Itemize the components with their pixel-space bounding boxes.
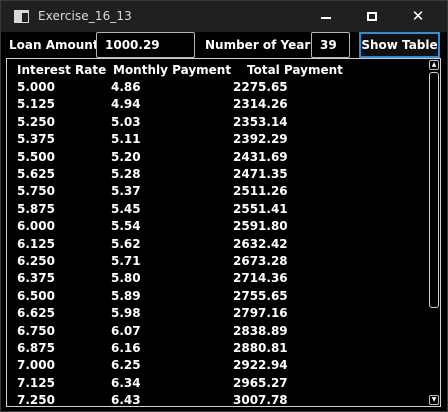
header-interest-rate: Interest Rate: [17, 63, 107, 77]
cell-interest-rate: 5.000: [17, 80, 55, 94]
cell-monthly-payment: 5.45: [111, 201, 141, 216]
vertical-scrollbar[interactable]: ▲ ▼: [427, 59, 439, 406]
cell-interest-rate: 6.375: [17, 271, 55, 286]
app-window: Exercise_16_13 ✕ Loan Amount 1000.29 Num…: [0, 0, 448, 412]
cell-monthly-payment: 6.07: [111, 323, 141, 338]
loan-amount-field[interactable]: 1000.29: [96, 32, 195, 58]
cell-monthly-payment: 5.62: [111, 236, 141, 251]
cell-interest-rate: 6.000: [17, 219, 55, 234]
maximize-button[interactable]: [349, 1, 395, 32]
cell-total-payment: 2880.81: [233, 341, 288, 355]
cell-total-payment: 2591.80: [233, 219, 288, 234]
cell-monthly-payment: 5.11: [111, 132, 141, 147]
scrollbar-thumb[interactable]: [429, 72, 439, 308]
cell-monthly-payment: 6.34: [111, 375, 141, 390]
cell-interest-rate: 6.500: [17, 288, 55, 303]
cell-total-payment: 2632.42: [233, 236, 288, 251]
scroll-down-arrow-icon[interactable]: ▼: [429, 395, 439, 405]
cell-total-payment: 2797.16: [233, 306, 288, 321]
cell-total-payment: 3007.78: [233, 393, 288, 407]
cell-monthly-payment: 5.80: [111, 271, 141, 286]
minimize-button[interactable]: [303, 1, 349, 32]
window-title: Exercise_16_13: [38, 9, 132, 23]
input-form: Loan Amount 1000.29 Number of Years 39 S…: [1, 32, 447, 58]
cell-interest-rate: 6.625: [17, 306, 55, 321]
cell-interest-rate: 6.250: [17, 254, 55, 268]
cell-total-payment: 2755.65: [233, 288, 288, 303]
cell-total-payment: 2275.65: [233, 80, 288, 94]
cell-interest-rate: 5.625: [17, 167, 55, 181]
close-button[interactable]: ✕: [395, 1, 441, 32]
cell-interest-rate: 5.250: [17, 114, 55, 129]
cell-interest-rate: 5.750: [17, 184, 55, 199]
cell-interest-rate: 7.000: [17, 358, 55, 373]
cell-interest-rate: 5.375: [17, 132, 55, 147]
cell-total-payment: 2431.69: [233, 149, 288, 164]
cell-monthly-payment: 5.03: [111, 114, 141, 129]
cell-total-payment: 2922.94: [233, 358, 288, 373]
cell-total-payment: 2838.89: [233, 323, 288, 338]
header-total-payment: Total Payment: [247, 63, 343, 77]
cell-total-payment: 2714.36: [233, 271, 288, 286]
close-icon: ✕: [411, 7, 425, 25]
cell-interest-rate: 6.125: [17, 236, 55, 251]
cell-monthly-payment: 6.25: [111, 358, 141, 373]
app-icon: [14, 10, 29, 23]
loan-amount-label: Loan Amount: [9, 38, 99, 52]
cell-total-payment: 2511.26: [233, 184, 288, 199]
cell-monthly-payment: 5.71: [111, 254, 141, 268]
cell-monthly-payment: 5.98: [111, 306, 141, 321]
cell-interest-rate: 7.250: [17, 393, 55, 407]
cell-monthly-payment: 5.28: [111, 167, 141, 181]
scroll-up-arrow-icon[interactable]: ▲: [429, 60, 439, 70]
cell-monthly-payment: 6.16: [111, 341, 141, 355]
header-monthly-payment: Monthly Payment: [113, 63, 232, 77]
cell-monthly-payment: 6.43: [111, 393, 141, 407]
cell-monthly-payment: 5.37: [111, 184, 141, 199]
cell-total-payment: 2551.41: [233, 201, 288, 216]
years-field[interactable]: 39: [311, 32, 350, 58]
cell-total-payment: 2353.14: [233, 114, 288, 129]
years-label: Number of Years: [205, 38, 318, 52]
cell-monthly-payment: 5.20: [111, 149, 141, 164]
cell-interest-rate: 6.875: [17, 341, 55, 355]
cell-monthly-payment: 4.86: [111, 80, 141, 94]
minimize-icon: [321, 16, 331, 19]
cell-total-payment: 2314.26: [233, 97, 288, 112]
results-table[interactable]: Interest Rate Monthly Payment Total Paym…: [6, 58, 441, 407]
cell-total-payment: 2471.35: [233, 167, 288, 181]
cell-interest-rate: 5.125: [17, 97, 55, 112]
cell-monthly-payment: 5.54: [111, 219, 141, 234]
cell-interest-rate: 5.875: [17, 201, 55, 216]
cell-total-payment: 2392.29: [233, 132, 288, 147]
cell-monthly-payment: 5.89: [111, 288, 141, 303]
cell-total-payment: 2965.27: [233, 375, 288, 390]
title-bar[interactable]: Exercise_16_13 ✕: [1, 1, 447, 32]
show-table-button[interactable]: Show Table: [359, 32, 440, 58]
maximize-icon: [367, 12, 377, 21]
cell-monthly-payment: 4.94: [111, 97, 141, 112]
cell-interest-rate: 6.750: [17, 323, 55, 338]
cell-interest-rate: 5.500: [17, 149, 55, 164]
cell-interest-rate: 7.125: [17, 375, 55, 390]
cell-total-payment: 2673.28: [233, 254, 288, 268]
